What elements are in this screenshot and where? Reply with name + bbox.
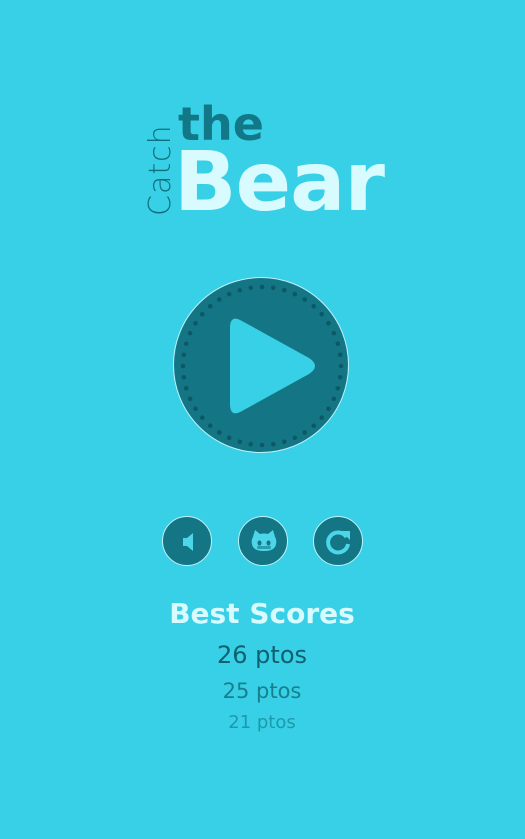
ring-dot [207,304,213,309]
ring-dot [181,352,187,358]
ring-dot [281,287,287,293]
ring-dot [226,435,232,441]
sound-button[interactable] [162,516,212,566]
volume-icon [183,533,193,551]
ring-dot [338,363,344,369]
best-scores-title: Best Scores [169,597,355,630]
ring-dot [216,430,222,435]
ring-dot [326,406,331,412]
ring-dot [248,441,254,447]
ring-dot [193,320,198,326]
game-screen: Catch the Bear Best Scores 26 ptos 25 pt… [0,0,525,839]
ring-dot [216,297,222,302]
ring-dot [337,374,343,380]
ring-dot [200,311,205,317]
logo-catch-text: Catch [143,124,178,216]
ring-dot [270,285,276,291]
github-cat-icon [251,530,277,551]
ring-dot [180,363,186,369]
ring-dot [281,439,287,445]
ring-dot [292,435,298,441]
ring-dot [200,415,205,421]
ring-dot [259,284,265,290]
github-button[interactable] [238,516,288,566]
ring-dot [259,442,265,448]
play-button[interactable] [173,277,349,453]
restart-icon [326,530,350,555]
ring-dot [311,304,317,309]
ring-dot [319,415,324,421]
ring-dot [187,330,193,336]
score-item-1: 26 ptos [217,641,307,669]
ring-dot [326,320,331,326]
ring-dot [302,430,308,435]
ring-dot [183,385,189,391]
ring-dot [331,330,337,336]
ring-dot [237,439,243,445]
ring-dot [337,352,343,358]
ring-dot [237,287,243,293]
ring-dot [248,285,254,291]
play-icon [180,284,344,448]
ring-dot [311,423,317,428]
ring-dot [335,385,341,391]
ring-dot [335,341,341,347]
restart-button[interactable] [313,516,363,566]
ring-dot [319,311,324,317]
score-item-2: 25 ptos [222,679,302,703]
ring-dot [226,291,232,297]
ring-dot [331,396,337,402]
ring-dot [183,341,189,347]
ring-dot [193,406,198,412]
score-item-3: 21 ptos [228,712,296,733]
ring-dot [187,396,193,402]
ring-dot [207,423,213,428]
ring-dot [270,441,276,447]
ring-dot [302,297,308,302]
ring-dot [181,374,187,380]
ring-dot [292,291,298,297]
logo-bear-text: Bear [174,135,385,230]
play-triangle [230,318,315,414]
